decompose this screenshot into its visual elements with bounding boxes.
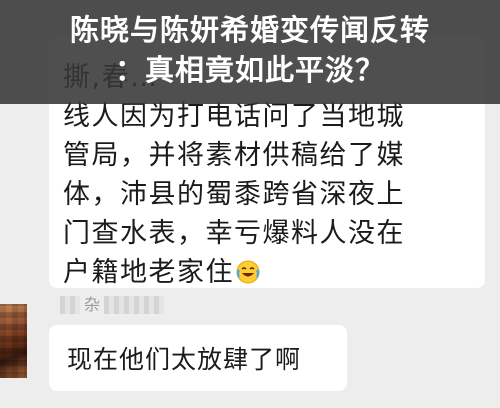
message-bubble: 现在他们太放肆了啊: [49, 325, 347, 391]
blurred-name-segment: [104, 296, 165, 314]
message-text: 现在他们太放肆了啊: [67, 345, 302, 374]
sender-name-visible: 杂: [84, 295, 101, 314]
headline-banner: 陈晓与陈妍希婚变传闻反转 ：真相竟如此平淡？: [0, 0, 500, 104]
avatar[interactable]: [0, 304, 27, 378]
headline-line-1: 陈晓与陈妍希婚变传闻反转: [69, 13, 430, 47]
blurred-name-segment: [60, 296, 80, 314]
sender-name: 杂: [60, 292, 165, 318]
crying-laughing-emoji-icon: [236, 260, 260, 284]
headline-line-2: ：真相竟如此平淡？: [114, 53, 385, 87]
